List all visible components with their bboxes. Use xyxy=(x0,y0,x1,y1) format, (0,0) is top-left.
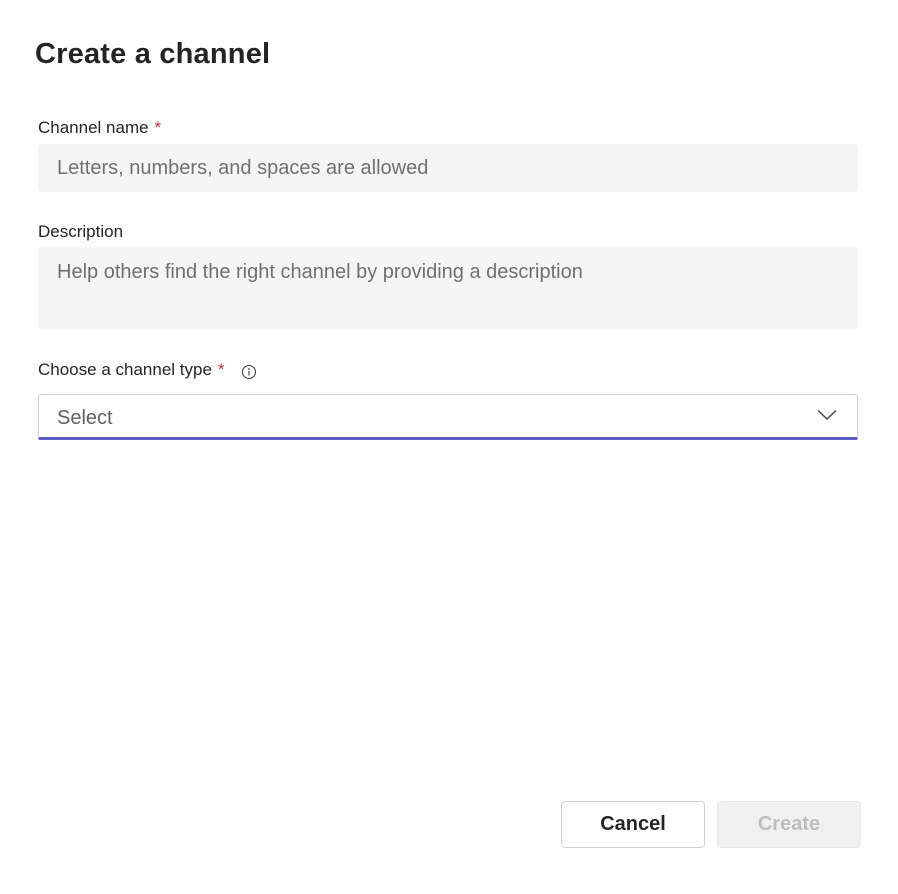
channel-name-label-row: Channel name * xyxy=(38,118,161,138)
create-button[interactable]: Create xyxy=(717,801,861,848)
channel-name-input[interactable] xyxy=(38,144,858,192)
required-asterisk: * xyxy=(217,360,225,379)
cancel-button[interactable]: Cancel xyxy=(561,801,705,848)
description-label: Description xyxy=(38,222,124,241)
description-field-wrapper xyxy=(38,247,858,329)
channel-type-selected-value: Select xyxy=(57,407,113,429)
dialog-title: Create a channel xyxy=(35,38,271,70)
info-icon[interactable] xyxy=(241,364,257,380)
chevron-down-icon xyxy=(817,408,837,422)
description-label-row: Description xyxy=(38,222,123,242)
create-channel-dialog: Create a channel Channel name * Descript… xyxy=(0,0,898,894)
channel-type-select[interactable]: Select xyxy=(38,394,858,440)
channel-name-field-wrapper xyxy=(38,144,858,192)
required-asterisk: * xyxy=(154,118,162,137)
description-input[interactable] xyxy=(38,247,858,329)
channel-name-label: Channel name xyxy=(38,118,149,137)
channel-type-label-row: Choose a channel type * xyxy=(38,360,257,380)
channel-type-label: Choose a channel type xyxy=(38,360,212,379)
